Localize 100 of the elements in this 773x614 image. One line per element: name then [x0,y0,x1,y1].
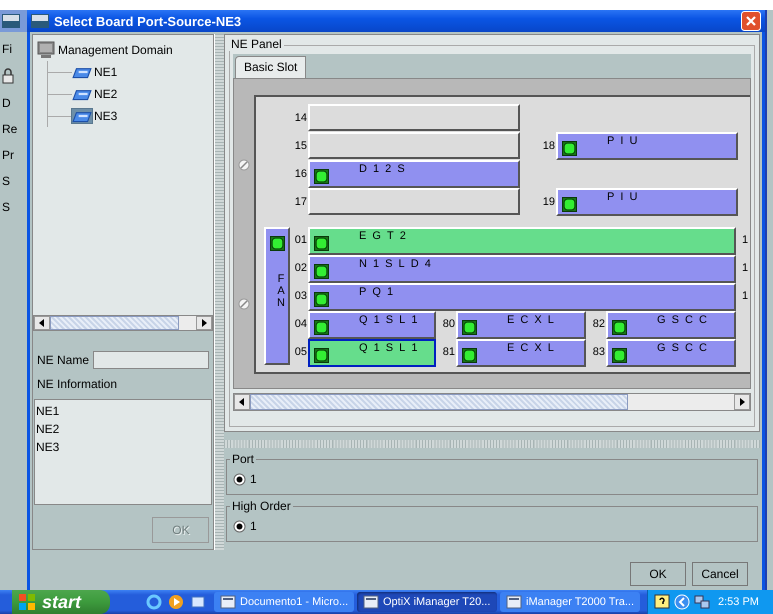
board-slot[interactable]: PQ1 [308,283,736,311]
board-slot[interactable]: EGT2 [308,227,736,255]
windows-flag-icon [18,593,36,611]
led-icon [314,320,329,335]
field-label: NE Name [37,353,90,367]
led-icon [314,264,329,279]
slot-number: 16 [294,166,308,182]
board-slot[interactable]: PIU [556,132,738,160]
left-arrow-icon[interactable] [238,398,246,406]
list-item[interactable]: NE3 [36,438,210,456]
led-icon [612,348,627,363]
led-icon [462,320,477,335]
close-icon[interactable] [741,11,761,31]
app-icon [31,14,49,28]
network-element-icon [72,109,92,123]
slot-number: 82 [592,317,606,332]
list-item[interactable]: NE1 [36,402,210,420]
slot-label: 1 [741,261,750,276]
window-icon [506,595,522,609]
list-item[interactable]: NE2 [36,420,210,438]
browser-icon[interactable] [146,594,162,610]
led-icon [314,236,329,251]
background-label: Pr [1,148,15,162]
network-icon[interactable] [694,594,710,610]
led-icon [314,292,329,307]
taskbar-button[interactable]: OptiX iManager T20... [357,592,497,612]
screw-icon [238,298,250,310]
slot-number: 15 [294,138,308,154]
board-name: PIU [607,136,644,147]
ne-name-field[interactable] [93,351,210,369]
media-player-icon[interactable] [168,594,184,610]
background-label: S [1,174,12,188]
led-icon [270,236,284,251]
empty-slot[interactable] [308,132,520,159]
slot-number: 01 [294,233,308,248]
help-icon[interactable] [654,594,670,610]
led-icon [562,197,577,212]
start-button[interactable]: start [12,590,110,614]
background-label: S [1,200,12,214]
group-title: Port [230,452,256,466]
board-name: Q1SL1 [359,343,424,354]
empty-slot[interactable] [308,104,520,131]
slot-number: 17 [294,194,308,210]
board-name: ECXL [507,343,560,354]
panel-title: NE Panel [229,37,284,51]
slot-number: 83 [592,345,606,360]
board-slot[interactable]: GSCC [606,311,736,339]
led-icon [462,348,477,363]
radio-button[interactable]: 1 [233,472,257,486]
lock-icon [2,68,14,84]
board-name: EGT2 [359,231,412,242]
board-slot[interactable]: PIU [556,188,738,216]
tree-item[interactable]: NE2 [72,86,120,102]
slot-label: 1 [741,233,750,248]
taskbar-button[interactable]: iManager T2000 Tra... [500,592,640,612]
board-name: ECXL [507,315,560,326]
board-slot[interactable]: Q1SL1 [308,311,436,339]
taskbar-button[interactable]: Documento1 - Micro... [214,592,354,612]
led-icon [314,169,329,184]
horizontal-scrollbar[interactable] [33,315,214,331]
group-title: High Order [230,499,293,513]
slot-number: 81 [442,345,456,360]
tab[interactable]: Basic Slot [235,56,306,78]
window-icon [363,595,379,609]
tree-item[interactable]: Management Domain [58,43,173,57]
app-icon [2,14,20,28]
slot-number: 80 [442,317,456,332]
slot-label: 1 [741,289,750,304]
field-label: NE Information [37,377,118,391]
slot-number: 04 [294,317,308,332]
tree-item[interactable]: NE1 [72,64,120,80]
background-label: Re [1,122,18,136]
background-label: D [1,96,12,110]
right-arrow-icon[interactable] [738,398,746,406]
dialog-button[interactable]: Cancel [692,562,748,586]
led-icon [612,320,627,335]
empty-slot[interactable] [308,188,520,215]
slot-number: 03 [294,289,308,304]
board-name: N1SLD4 [359,259,437,270]
board-slot[interactable]: D12S [308,160,520,188]
desktop-icon[interactable] [190,594,206,610]
board-slot[interactable]: Q1SL1 [308,339,436,367]
tree-item[interactable]: NE3 [72,108,120,124]
slot-number: 14 [294,110,308,126]
fan-slot[interactable]: FAN [264,227,290,365]
board-slot[interactable]: ECXL [456,339,586,367]
left-arrow-icon[interactable] [38,319,46,328]
radio-button[interactable]: 1 [233,519,257,533]
clock: 2:53 PM [718,596,759,608]
screw-icon [238,158,250,171]
background-label: Fi [1,42,13,56]
board-slot[interactable]: ECXL [456,311,586,339]
dialog-button[interactable]: OK [630,562,686,586]
board-slot[interactable]: GSCC [606,339,736,367]
right-arrow-icon[interactable] [200,319,208,328]
slot-number: 18 [542,138,556,154]
board-slot[interactable]: N1SLD4 [308,255,736,283]
horizontal-scrollbar[interactable] [233,393,751,411]
slot-number: 05 [294,345,308,360]
led-icon [562,141,577,156]
